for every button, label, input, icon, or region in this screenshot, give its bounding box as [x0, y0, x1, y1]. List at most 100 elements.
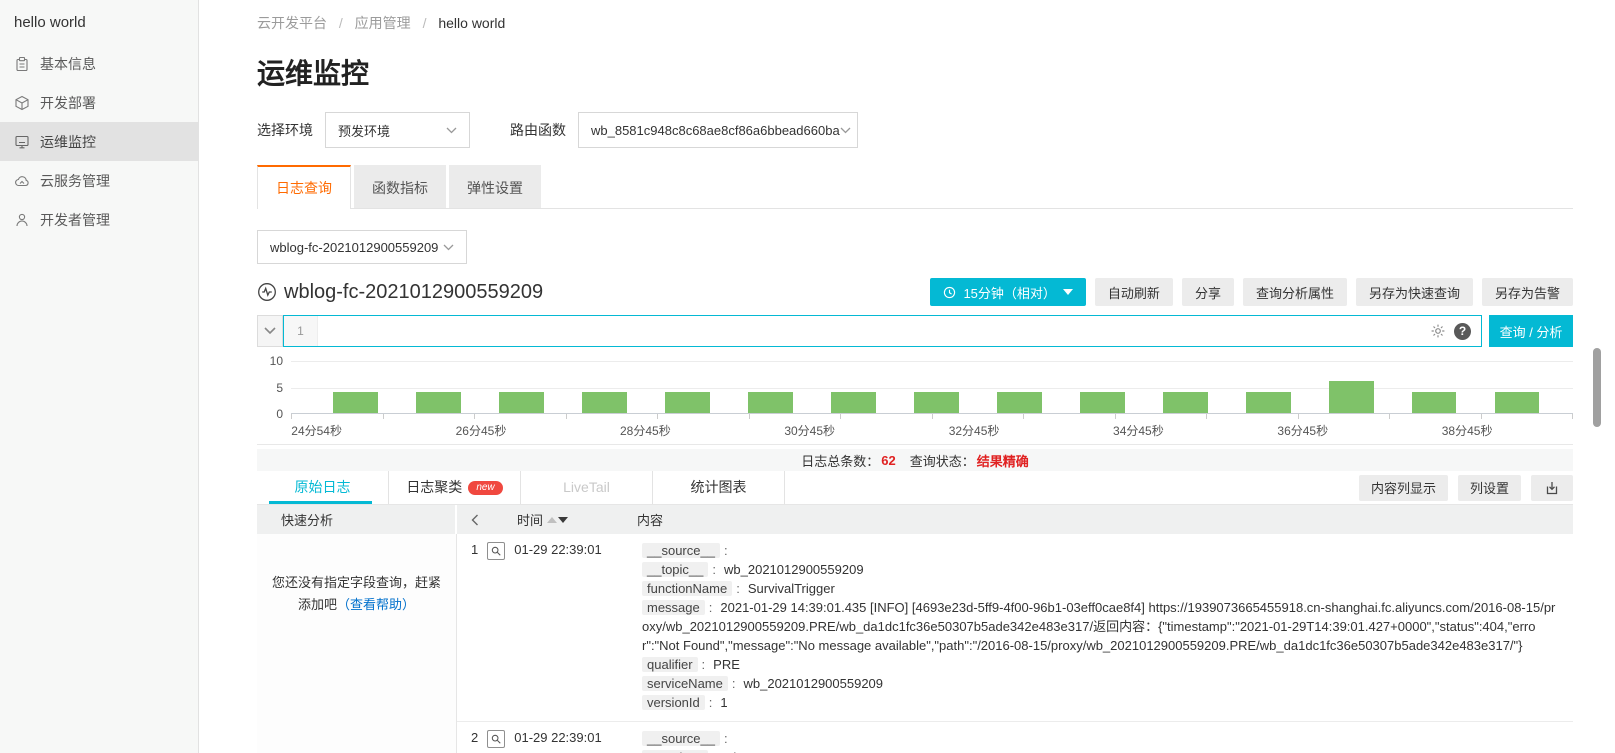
column-settings-button[interactable]: 列设置	[1458, 475, 1521, 501]
tab-elastic-settings[interactable]: 弹性设置	[449, 165, 541, 208]
page-title: 运维监控	[257, 52, 1573, 92]
log-list-actions: 内容列显示 列设置	[1359, 475, 1573, 501]
chart-plot-area: 10 5 0	[291, 361, 1573, 414]
chart-bar[interactable]	[1412, 392, 1457, 413]
sidebar-item-monitor[interactable]: 运维监控	[0, 122, 198, 161]
log-field-key[interactable]: __source__	[642, 731, 720, 746]
share-button[interactable]: 分享	[1182, 278, 1234, 306]
vertical-scrollbar[interactable]	[1593, 348, 1601, 427]
content-column-display-button[interactable]: 内容列显示	[1359, 475, 1448, 501]
collapse-panel-icon[interactable]	[471, 514, 483, 526]
download-button[interactable]	[1531, 475, 1573, 501]
tab-livetail[interactable]: LiveTail	[521, 471, 653, 504]
x-axis-tick	[1116, 414, 1208, 419]
tab-log-query[interactable]: 日志查询	[257, 165, 351, 209]
x-axis-tick	[384, 414, 476, 419]
logstore-select[interactable]: wblog-fc-2021012900559209	[257, 230, 467, 264]
chart-bar[interactable]	[1246, 392, 1291, 413]
save-quick-query-button[interactable]: 另存为快速查询	[1356, 278, 1473, 306]
y-tick-label: 5	[257, 381, 283, 395]
row-content: __source__:__topic__:wb_2021012900559209…	[642, 541, 1573, 712]
x-axis-tick	[1207, 414, 1299, 419]
query-input[interactable]	[318, 316, 1430, 346]
time-range-button[interactable]: 15分钟（相对）	[930, 278, 1085, 306]
chart-bar[interactable]	[997, 392, 1042, 413]
chart-bar[interactable]	[1329, 381, 1374, 413]
log-field-key[interactable]: __topic__	[642, 562, 708, 577]
time-column-header[interactable]: 时间	[517, 510, 637, 529]
magnifier-icon[interactable]	[487, 542, 505, 560]
x-axis-ticks	[291, 414, 1573, 419]
log-field-value: PRE	[713, 657, 740, 672]
quick-analysis-panel: 您还没有指定字段查询，赶紧添加吧（查看帮助）	[257, 534, 457, 753]
log-field: message:2021-01-29 14:39:01.435 [INFO] […	[642, 598, 1557, 655]
filter-row: 选择环境 预发环境 路由函数 wb_8581c948c8c68ae8cf86a6…	[257, 112, 1573, 148]
log-field-key[interactable]: functionName	[642, 581, 732, 596]
breadcrumb-platform[interactable]: 云开发平台	[257, 15, 327, 31]
chart-bar[interactable]	[1080, 392, 1125, 413]
log-total-label: 日志总条数：	[801, 451, 879, 470]
sort-desc-icon[interactable]	[558, 517, 568, 523]
chart-bar[interactable]	[748, 392, 793, 413]
x-axis-tick	[1299, 414, 1391, 419]
chart-bar[interactable]	[582, 392, 627, 413]
log-field: serviceName:wb_2021012900559209	[642, 674, 1557, 693]
log-field-value: wb_2021012900559209	[724, 562, 864, 577]
sidebar-item-cloud[interactable]: 云服务管理	[0, 161, 198, 200]
log-field-key[interactable]: message	[642, 600, 705, 615]
help-icon[interactable]: ?	[1454, 323, 1471, 340]
log-histogram: 10 5 0 24分54秒26分45秒28分45秒30分45秒32分45秒34分…	[257, 353, 1573, 439]
x-axis-tick	[1390, 414, 1482, 419]
clock-icon	[943, 286, 956, 299]
breadcrumb-app-management[interactable]: 应用管理	[355, 15, 411, 31]
sidebar-item-cube[interactable]: 开发部署	[0, 83, 198, 122]
cube-icon	[14, 95, 30, 111]
x-tick-label: 24分54秒	[291, 422, 342, 439]
chart-bar[interactable]	[665, 392, 710, 413]
sort-icons	[547, 517, 568, 523]
log-field-value: SurvivalTrigger	[748, 581, 835, 596]
log-field-key[interactable]: qualifier	[642, 657, 698, 672]
gear-icon[interactable]	[1430, 323, 1446, 339]
x-axis-tick	[1482, 414, 1574, 419]
query-analysis-props-button[interactable]: 查询分析属性	[1243, 278, 1347, 306]
auto-refresh-button[interactable]: 自动刷新	[1095, 278, 1173, 306]
route-function-select[interactable]: wb_8581c948c8c68ae8cf86a6bbead660ba	[578, 112, 858, 148]
log-field: __topic__:wb_2021012900559209	[642, 560, 1557, 579]
chart-bar[interactable]	[831, 392, 876, 413]
tab-raw-logs[interactable]: 原始日志	[257, 471, 389, 504]
sidebar-menu: 基本信息 开发部署 运维监控 云服务管理 开发者管理	[0, 44, 198, 239]
chevron-down-icon	[446, 127, 457, 134]
tab-log-clustering[interactable]: 日志聚类new	[389, 471, 521, 504]
chart-bar[interactable]	[1495, 392, 1540, 413]
magnifier-icon[interactable]	[487, 730, 505, 748]
env-select[interactable]: 预发环境	[325, 112, 470, 148]
query-status-bar: 日志总条数： 62 查询状态： 结果精确	[257, 449, 1573, 471]
chart-bar[interactable]	[499, 392, 544, 413]
query-state-value: 结果精确	[977, 451, 1029, 470]
chart-bar[interactable]	[333, 392, 378, 413]
tab-function-metrics[interactable]: 函数指标	[354, 165, 446, 208]
monitor-icon	[14, 134, 30, 150]
chart-bar[interactable]	[416, 392, 461, 413]
log-field-key[interactable]: __source__	[642, 543, 720, 558]
sort-asc-icon[interactable]	[547, 517, 557, 523]
x-axis-tick	[475, 414, 567, 419]
view-help-link[interactable]: （查看帮助）	[337, 597, 415, 612]
log-field: qualifier:PRE	[642, 655, 1557, 674]
query-editor: 1 ?	[283, 315, 1482, 347]
clipboard-icon	[14, 56, 30, 72]
log-field-key[interactable]: serviceName	[642, 676, 728, 691]
tab-statistics-chart[interactable]: 统计图表	[653, 471, 785, 504]
y-tick-label: 10	[257, 354, 283, 368]
sidebar-item-clipboard[interactable]: 基本信息	[0, 44, 198, 83]
editor-icons: ?	[1430, 323, 1481, 340]
save-alert-button[interactable]: 另存为告警	[1482, 278, 1573, 306]
chart-bar[interactable]	[1163, 392, 1208, 413]
chart-bar[interactable]	[914, 392, 959, 413]
search-analyze-button[interactable]: 查询 / 分析	[1489, 315, 1573, 347]
sidebar-item-person[interactable]: 开发者管理	[0, 200, 198, 239]
editor-collapse-button[interactable]	[257, 315, 283, 347]
row-content: __source__:__topic__:wb_2021012900559209	[642, 729, 1573, 753]
log-field-key[interactable]: versionId	[642, 695, 705, 710]
